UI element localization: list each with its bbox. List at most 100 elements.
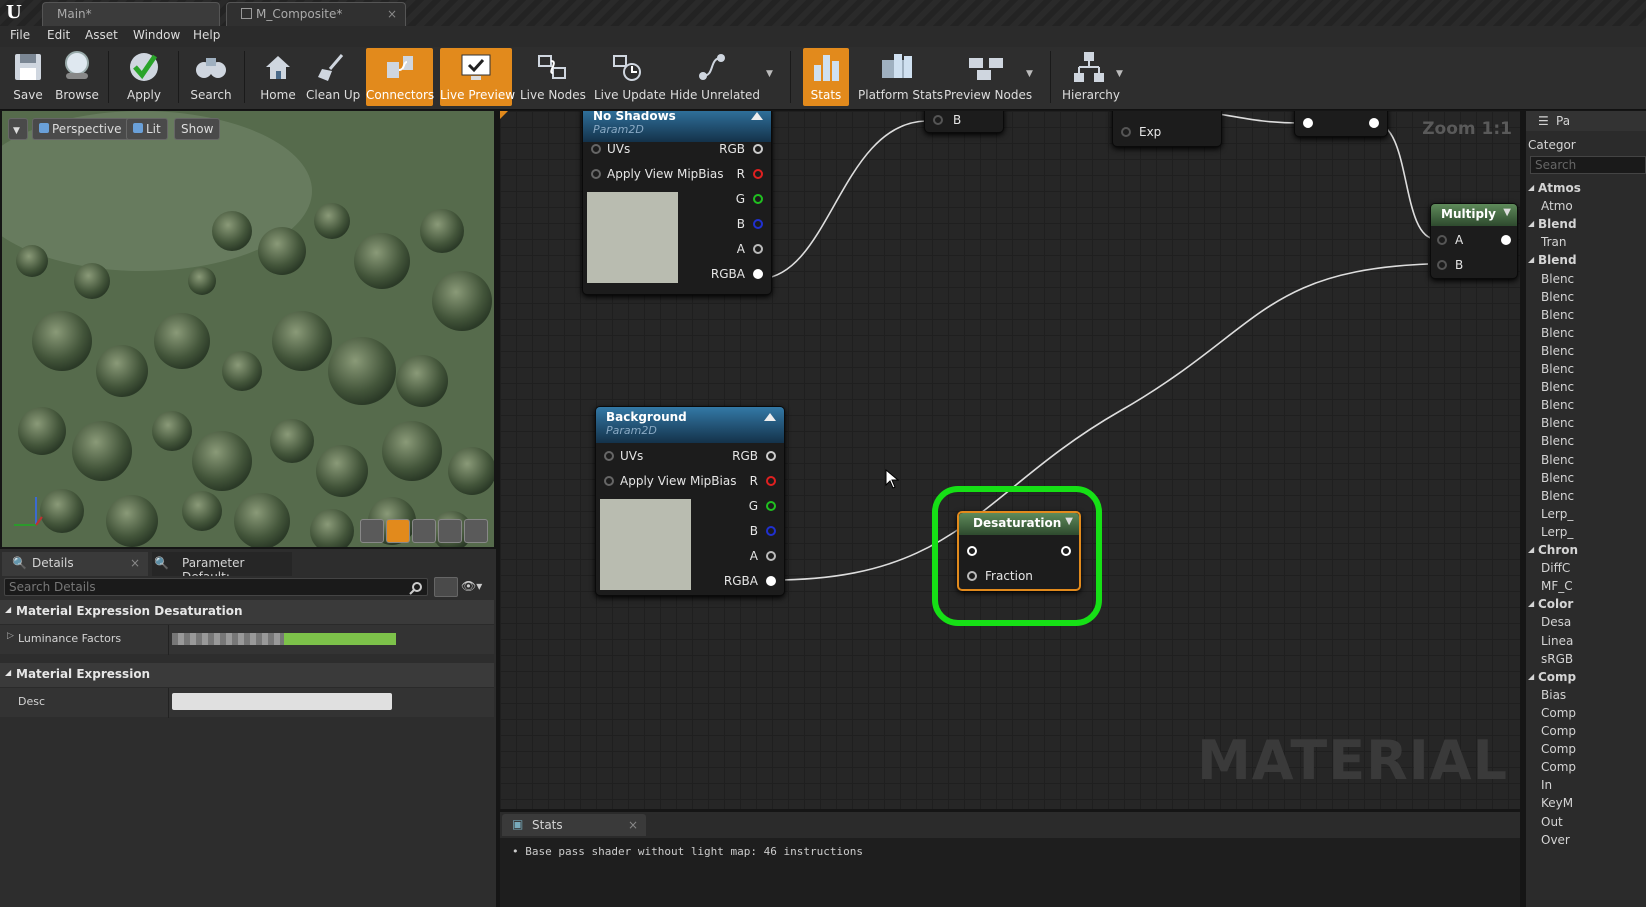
unreal-logo-icon[interactable]: U <box>6 3 28 23</box>
section-material-expression[interactable]: ◢ Material Expression <box>0 663 494 687</box>
palette-item[interactable]: Tran <box>1541 235 1566 249</box>
node-header[interactable]: No Shadows Param2D <box>583 111 771 142</box>
hierarchy-dropdown[interactable]: ▼ <box>1116 69 1123 79</box>
r-output-pin[interactable] <box>766 476 776 486</box>
view-options-list-icon[interactable] <box>434 577 458 597</box>
palette-item[interactable]: Blenc <box>1541 326 1574 340</box>
tab-main[interactable]: Main* <box>42 2 220 26</box>
palette-item[interactable]: Over <box>1541 833 1570 847</box>
eye-visibility-icon[interactable]: 👁▾ <box>461 579 482 593</box>
palette-item[interactable]: Blenc <box>1541 344 1574 358</box>
desat-output-pin[interactable] <box>1061 546 1071 556</box>
section-material-expression-desaturation[interactable]: ◢ Material Expression Desaturation <box>0 600 494 624</box>
g-output-pin[interactable] <box>766 501 776 511</box>
mipbias-input-pin[interactable] <box>591 169 601 179</box>
palette-item[interactable]: Blenc <box>1541 380 1574 394</box>
palette-item[interactable]: Chron <box>1538 543 1578 557</box>
palette-item[interactable]: Blenc <box>1541 416 1574 430</box>
rgb-output-pin[interactable] <box>753 144 763 154</box>
search-button[interactable]: Search <box>188 48 234 106</box>
reroute-input-pin[interactable] <box>1303 118 1313 128</box>
live-update-button[interactable]: Live Update <box>594 48 666 106</box>
search-details-input[interactable]: Search Details <box>4 578 428 596</box>
palette-item[interactable]: Blenc <box>1541 434 1574 448</box>
rgba-output-pin[interactable] <box>766 576 776 586</box>
palette-item[interactable]: Linea <box>1541 634 1573 648</box>
palette-item[interactable]: Comp <box>1541 706 1576 720</box>
browse-button[interactable]: Browse <box>54 48 100 106</box>
palette-item[interactable]: Blenc <box>1541 453 1574 467</box>
palette-item[interactable]: Comp <box>1538 670 1576 684</box>
chevron-down-icon[interactable]: ▼ <box>1065 516 1073 527</box>
save-button[interactable]: Save <box>6 48 50 106</box>
mipbias-input-pin[interactable] <box>604 476 614 486</box>
clean-up-button[interactable]: Clean Up <box>306 48 360 106</box>
connectors-button[interactable]: Connectors <box>366 48 434 106</box>
viewport-options-dropdown[interactable]: ▼ <box>8 118 28 140</box>
tab-details[interactable]: 🔍 Details × <box>2 552 148 576</box>
palette-item[interactable]: Blenc <box>1541 272 1574 286</box>
palette-item[interactable]: Comp <box>1541 742 1576 756</box>
node-header[interactable]: Background Param2D <box>596 407 784 443</box>
palette-item[interactable]: MF_C <box>1541 579 1573 593</box>
live-preview-button[interactable]: Live Preview <box>440 48 515 106</box>
palette-tab[interactable]: ☰ Pa <box>1526 111 1646 131</box>
lit-button[interactable]: Lit <box>126 118 168 140</box>
node-multiply[interactable]: Multiply ▼ A B <box>1430 203 1518 279</box>
toolbar-overflow-dropdown[interactable]: ▼ <box>766 69 773 79</box>
menu-help[interactable]: Help <box>193 28 220 42</box>
a-output-pin[interactable] <box>753 244 763 254</box>
tab-stats[interactable]: ▣ Stats × <box>502 814 646 836</box>
palette-item[interactable]: Color <box>1538 597 1573 611</box>
g-output-pin[interactable] <box>753 194 763 204</box>
exp-input-pin[interactable] <box>1121 127 1131 137</box>
collapse-arrow-icon[interactable] <box>751 112 763 120</box>
palette-item[interactable]: Comp <box>1541 760 1576 774</box>
b-output-pin[interactable] <box>766 526 776 536</box>
tab-parameter-defaults[interactable]: 🔍 Parameter Default: <box>152 552 292 576</box>
uvs-input-pin[interactable] <box>604 451 614 461</box>
material-graph[interactable]: Zoom 1:1 MATERIAL No Shadows Param2D UVs … <box>500 111 1520 809</box>
palette-item[interactable]: Atmos <box>1538 181 1581 195</box>
palette-search-input[interactable]: Search <box>1530 156 1646 174</box>
node-header[interactable]: Desaturation ▼ <box>959 513 1079 535</box>
a-input-pin[interactable] <box>1437 235 1447 245</box>
a-output-pin[interactable] <box>766 551 776 561</box>
palette-item[interactable]: Lerp_ <box>1541 525 1573 539</box>
menu-window[interactable]: Window <box>133 28 180 42</box>
node-desaturation[interactable]: Desaturation ▼ Fraction <box>957 511 1081 591</box>
palette-item[interactable]: Blenc <box>1541 362 1574 376</box>
palette-item[interactable]: Blend <box>1538 217 1577 231</box>
palette-item[interactable]: In <box>1541 778 1552 792</box>
hide-unrelated-button[interactable]: Hide Unrelated <box>670 48 760 106</box>
preview-nodes-button[interactable]: Preview Nodes <box>944 48 1032 106</box>
uvs-input-pin[interactable] <box>591 144 601 154</box>
palette-item[interactable]: Atmo <box>1541 199 1573 213</box>
fraction-input-pin[interactable] <box>967 571 977 581</box>
chevron-down-icon[interactable]: ▼ <box>1503 207 1511 218</box>
close-details-tab-button[interactable]: × <box>130 556 140 570</box>
live-nodes-button[interactable]: Live Nodes <box>520 48 586 106</box>
preview-viewport[interactable]: ▼ Perspective Lit Show <box>2 111 494 547</box>
cylinder-shape-icon[interactable] <box>360 519 384 543</box>
collapse-arrow-icon[interactable] <box>764 413 776 421</box>
show-button[interactable]: Show <box>174 118 221 140</box>
desat-input-pin[interactable] <box>967 546 977 556</box>
home-button[interactable]: Home <box>258 48 298 106</box>
cube-shape-icon[interactable] <box>438 519 462 543</box>
rgba-output-pin[interactable] <box>753 269 763 279</box>
node-header[interactable]: Multiply ▼ <box>1431 204 1517 226</box>
palette-item[interactable]: Blenc <box>1541 290 1574 304</box>
perspective-button[interactable]: Perspective <box>32 118 129 140</box>
node-partial-b[interactable]: B <box>924 111 1004 133</box>
palette-item[interactable]: sRGB <box>1541 652 1573 666</box>
palette-item[interactable]: DiffC <box>1541 561 1570 575</box>
tab-m-composite[interactable]: M_Composite* × <box>226 2 406 26</box>
palette-item[interactable]: Blend <box>1538 253 1577 267</box>
sphere-shape-icon[interactable] <box>386 519 410 543</box>
multiply-output-pin[interactable] <box>1501 235 1511 245</box>
rgb-output-pin[interactable] <box>766 451 776 461</box>
palette-item[interactable]: Out <box>1541 815 1563 829</box>
expand-arrow-icon[interactable]: ▷ <box>7 631 14 641</box>
node-background[interactable]: Background Param2D UVs Apply View MipBias… <box>595 406 785 596</box>
